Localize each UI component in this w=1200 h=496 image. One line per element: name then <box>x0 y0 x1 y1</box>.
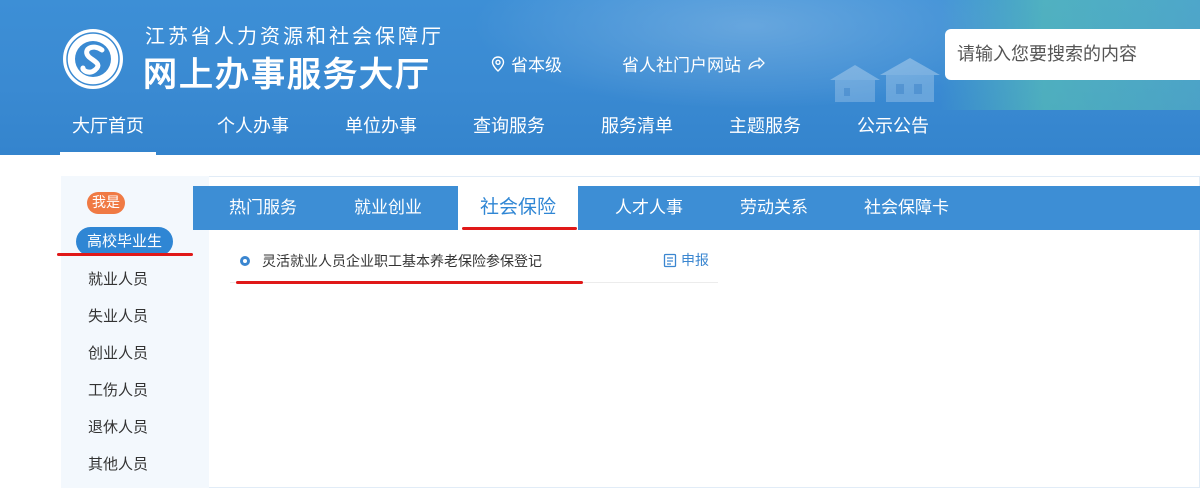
main-nav: 大厅首页 个人办事 单位办事 查询服务 服务清单 主题服务 公示公告 <box>0 110 1200 155</box>
location-pin-icon <box>491 55 505 72</box>
service-tabs <box>193 186 1200 230</box>
tab-talent-personnel[interactable]: 人才人事 <box>615 186 683 230</box>
list-item: 灵活就业人员企业职工基本养老保险参保登记 申报 <box>230 247 718 283</box>
nav-item-unit[interactable]: 单位办事 <box>345 110 417 155</box>
role-item-graduate[interactable]: 高校毕业生 <box>76 227 173 256</box>
document-icon <box>663 253 677 267</box>
tab-social-insurance[interactable]: 社会保险 <box>458 186 578 230</box>
role-item-employed[interactable]: 就业人员 <box>88 268 148 289</box>
tab-social-security-card[interactable]: 社会保障卡 <box>864 186 949 230</box>
tab-hot-services[interactable]: 热门服务 <box>229 186 297 230</box>
external-link-icon <box>748 56 765 70</box>
apply-label: 申报 <box>681 253 709 269</box>
nav-item-service-list[interactable]: 服务清单 <box>601 110 673 155</box>
role-tag: 我是 <box>87 192 125 214</box>
portal-label: 省人社门户网站 <box>622 56 741 76</box>
region-label: 省本级 <box>511 56 562 76</box>
site-title[interactable]: 网上办事服务大厅 <box>143 47 431 96</box>
apply-button[interactable]: 申报 <box>663 250 709 270</box>
role-item-retired[interactable]: 退休人员 <box>88 416 148 437</box>
social-security-logo[interactable] <box>62 28 124 90</box>
site-header: 江苏省人力资源和社会保障厅 网上办事服务大厅 省本级 省人社门户网站 大厅首页 … <box>0 0 1200 155</box>
tab-employment[interactable]: 就业创业 <box>354 186 422 230</box>
nav-item-notices[interactable]: 公示公告 <box>857 110 929 155</box>
nav-item-home[interactable]: 大厅首页 <box>60 110 156 155</box>
annotation-underline-role <box>57 253 193 256</box>
nav-item-query[interactable]: 查询服务 <box>473 110 545 155</box>
annotation-underline-tab <box>462 227 577 230</box>
role-item-entrepreneur[interactable]: 创业人员 <box>88 342 148 363</box>
nav-item-personal[interactable]: 个人办事 <box>217 110 289 155</box>
role-item-other[interactable]: 其他人员 <box>88 453 148 474</box>
tab-labor-relations[interactable]: 劳动关系 <box>740 186 808 230</box>
annotation-underline-service <box>236 281 583 284</box>
role-item-unemployed[interactable]: 失业人员 <box>88 305 148 326</box>
region-selector[interactable]: 省本级 <box>491 51 562 76</box>
search-input[interactable] <box>945 29 1200 80</box>
ring-bullet-icon <box>240 256 250 266</box>
role-item-injured[interactable]: 工伤人员 <box>88 379 148 400</box>
role-sidebar <box>61 176 209 488</box>
nav-item-topics[interactable]: 主题服务 <box>729 110 801 155</box>
portal-link[interactable]: 省人社门户网站 <box>622 51 765 76</box>
service-item-link[interactable]: 灵活就业人员企业职工基本养老保险参保登记 <box>262 251 542 271</box>
org-name: 江苏省人力资源和社会保障厅 <box>145 24 444 48</box>
